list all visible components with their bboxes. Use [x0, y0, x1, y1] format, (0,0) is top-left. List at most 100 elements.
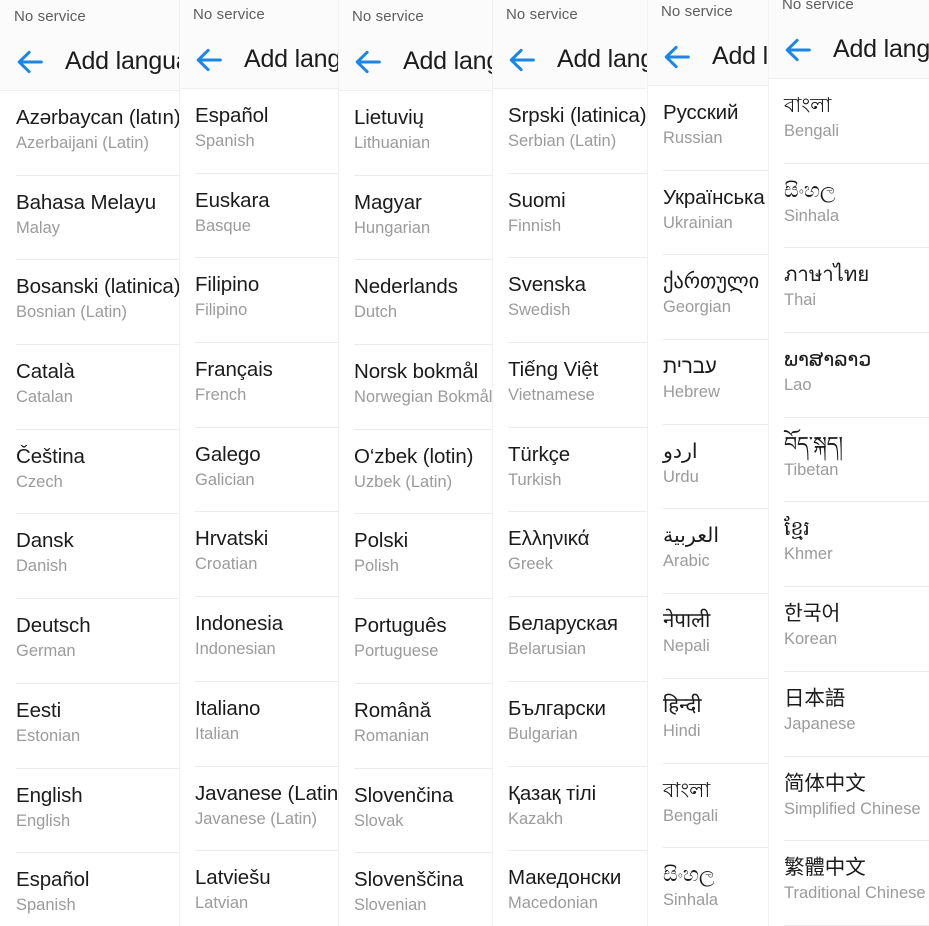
language-list-item[interactable]: Italiano Italian — [179, 682, 338, 767]
language-list-item[interactable]: Українська Ukrainian — [647, 171, 768, 256]
language-list-item[interactable]: Polski Polish — [338, 514, 492, 599]
language-list-item[interactable]: සිංහල Sinhala — [647, 848, 768, 926]
language-english-name: Norwegian Bokmål — [354, 388, 492, 407]
language-english-name: Russian — [663, 129, 723, 147]
language-list[interactable]: Español Spanish Euskara Basque Filipino Filip… — [179, 89, 338, 926]
language-list-item[interactable]: ខ្មែរ Khmer — [768, 502, 929, 587]
language-list-item[interactable]: Português Portuguese — [338, 599, 492, 684]
language-list-item[interactable]: Euskara Basque — [179, 174, 338, 259]
language-list-item[interactable]: Srpski (latinica) Serbian (Latin) — [492, 89, 647, 174]
panel-seam-divider — [647, 0, 648, 926]
language-list-item[interactable]: ภาษาไทย Thai — [768, 248, 929, 333]
language-list-item[interactable]: Español Spanish — [179, 89, 338, 174]
language-native-name: Svenska — [508, 273, 586, 297]
back-arrow-icon[interactable] — [351, 45, 385, 79]
language-list-item[interactable]: 繁體中文 Traditional Chinese — [768, 841, 929, 926]
language-list-item[interactable]: Slovenčina Slovak — [338, 769, 492, 854]
language-list-item[interactable]: Bahasa Melayu Malay — [0, 176, 179, 261]
language-native-name: Català — [16, 360, 75, 384]
language-list-item[interactable]: བོད་སྐད། Tibetan — [768, 418, 929, 503]
language-list-item[interactable]: हिन्दी Hindi — [647, 679, 768, 764]
language-list[interactable]: Srpski (latinica) Serbian (Latin) Suomi Fin… — [492, 89, 647, 926]
language-list-item[interactable]: Svenska Swedish — [492, 258, 647, 343]
language-list-item[interactable]: Čeština Czech — [0, 430, 179, 515]
language-english-name: Bulgarian — [508, 724, 578, 743]
language-list-item[interactable]: Filipino Filipino — [179, 258, 338, 343]
back-arrow-icon[interactable] — [13, 45, 47, 79]
language-list[interactable]: Azərbaycan (latın) Azerbaijani (Latin) Bah… — [0, 91, 179, 926]
language-english-name: Hindi — [663, 721, 701, 740]
language-list-item[interactable]: Dansk Danish — [0, 514, 179, 599]
back-arrow-icon[interactable] — [781, 33, 815, 67]
language-list-item[interactable]: Azərbaycan (latın) Azerbaijani (Latin) — [0, 91, 179, 176]
language-list-item[interactable]: O‘zbek (lotin) Uzbek (Latin) — [338, 430, 492, 515]
language-native-name: Indonesia — [195, 612, 284, 636]
language-list-item[interactable]: Nederlands Dutch — [338, 260, 492, 345]
language-english-name: Slovenian — [354, 896, 427, 915]
language-list[interactable]: বাংলা Bengali සිංහල Sinhala ภาษาไทย Thai ພາສາລ… — [768, 79, 929, 926]
language-list-item[interactable]: Galego Galician — [179, 428, 338, 513]
language-list-item[interactable]: Norsk bokmål Norwegian Bokmål — [338, 345, 492, 430]
page-title: Add la — [712, 42, 768, 70]
language-english-name: Sinhala — [784, 206, 840, 225]
language-list-item[interactable]: Français French — [179, 343, 338, 428]
language-list-item[interactable]: ქართული Georgian — [647, 255, 768, 340]
language-list[interactable]: Русский Russian Українська Ukrainian ქართული… — [647, 86, 768, 926]
language-english-name: Serbian (Latin) — [508, 132, 617, 150]
panel-content: No service Add lang Lietuvių Lithuanian Magy… — [338, 0, 492, 926]
language-english-name: Lithuanian — [354, 134, 431, 152]
language-native-name: नेपाली — [663, 609, 711, 633]
language-list-item[interactable]: Română Romanian — [338, 684, 492, 769]
language-list-item[interactable]: Русский Russian — [647, 86, 768, 171]
language-list-item[interactable]: Lietuvių Lithuanian — [338, 91, 492, 176]
language-native-name: Hrvatski — [195, 527, 269, 551]
language-english-name: Thai — [784, 291, 817, 310]
language-list-item[interactable]: Български Bulgarian — [492, 682, 647, 767]
language-native-name: Македонски — [508, 866, 622, 890]
language-list[interactable]: Lietuvių Lithuanian Magyar Hungarian Nederla… — [338, 91, 492, 926]
language-list-item[interactable]: Slovenščina Slovenian — [338, 853, 492, 926]
language-list-item[interactable]: Қазақ тілі Kazakh — [492, 767, 647, 852]
language-list-item[interactable]: Suomi Finnish — [492, 174, 647, 259]
language-english-name: Uzbek (Latin) — [354, 472, 453, 491]
language-english-name: English — [16, 811, 71, 830]
language-list-item[interactable]: Ελληνικά Greek — [492, 512, 647, 597]
language-list-item[interactable]: Javanese (Latin) Javanese (Latin) — [179, 767, 338, 852]
language-list-item[interactable]: বাংলা Bengali — [768, 79, 929, 164]
language-list-item[interactable]: नेपाली Nepali — [647, 594, 768, 679]
back-arrow-icon[interactable] — [660, 40, 694, 74]
language-native-name: Bahasa Melayu — [16, 190, 157, 214]
language-list-item[interactable]: Indonesia Indonesian — [179, 597, 338, 682]
back-arrow-icon[interactable] — [192, 43, 226, 77]
language-native-name: 日本語 — [784, 686, 846, 710]
language-list-item[interactable]: Latviešu Latvian — [179, 851, 338, 926]
language-list-item[interactable]: Deutsch German — [0, 599, 179, 684]
language-list-item[interactable]: Español Spanish — [0, 853, 179, 926]
language-list-item[interactable]: Bosanski (latinica) Bosnian (Latin) — [0, 260, 179, 345]
language-list-item[interactable]: ພາສາລາວ Lao — [768, 333, 929, 418]
panel-seam-divider — [492, 0, 493, 926]
language-list-item[interactable]: 简体中文 Simplified Chinese — [768, 757, 929, 842]
language-list-item[interactable]: Català Catalan — [0, 345, 179, 430]
language-list-item[interactable]: العربية Arabic — [647, 509, 768, 594]
language-english-name: Urdu — [663, 467, 699, 486]
language-list-item[interactable]: Македонски Macedonian — [492, 851, 647, 926]
language-list-item[interactable]: 한국어 Korean — [768, 587, 929, 672]
language-native-name: བོད་སྐད། — [784, 432, 843, 456]
language-list-item[interactable]: English English — [0, 769, 179, 854]
language-list-item[interactable]: සිංහල Sinhala — [768, 164, 929, 249]
language-list-item[interactable]: Беларуская Belarusian — [492, 597, 647, 682]
language-list-item[interactable]: Tiếng Việt Vietnamese — [492, 343, 647, 428]
language-list-item[interactable]: 日本語 Japanese — [768, 672, 929, 757]
status-bar: No service — [0, 0, 179, 33]
language-list-item[interactable]: Eesti Estonian — [0, 684, 179, 769]
language-list-item[interactable]: اردو Urdu — [647, 425, 768, 510]
language-native-name: Azərbaycan (latın) — [16, 106, 179, 129]
language-list-item[interactable]: বাংলা Bengali — [647, 764, 768, 849]
phone-screenshot-panel-5: No service Add la Русский Russian Українська… — [647, 0, 768, 926]
language-list-item[interactable]: Hrvatski Croatian — [179, 512, 338, 597]
back-arrow-icon[interactable] — [505, 43, 539, 77]
language-list-item[interactable]: Magyar Hungarian — [338, 176, 492, 261]
language-list-item[interactable]: Türkçe Turkish — [492, 428, 647, 513]
language-list-item[interactable]: עברית Hebrew — [647, 340, 768, 425]
